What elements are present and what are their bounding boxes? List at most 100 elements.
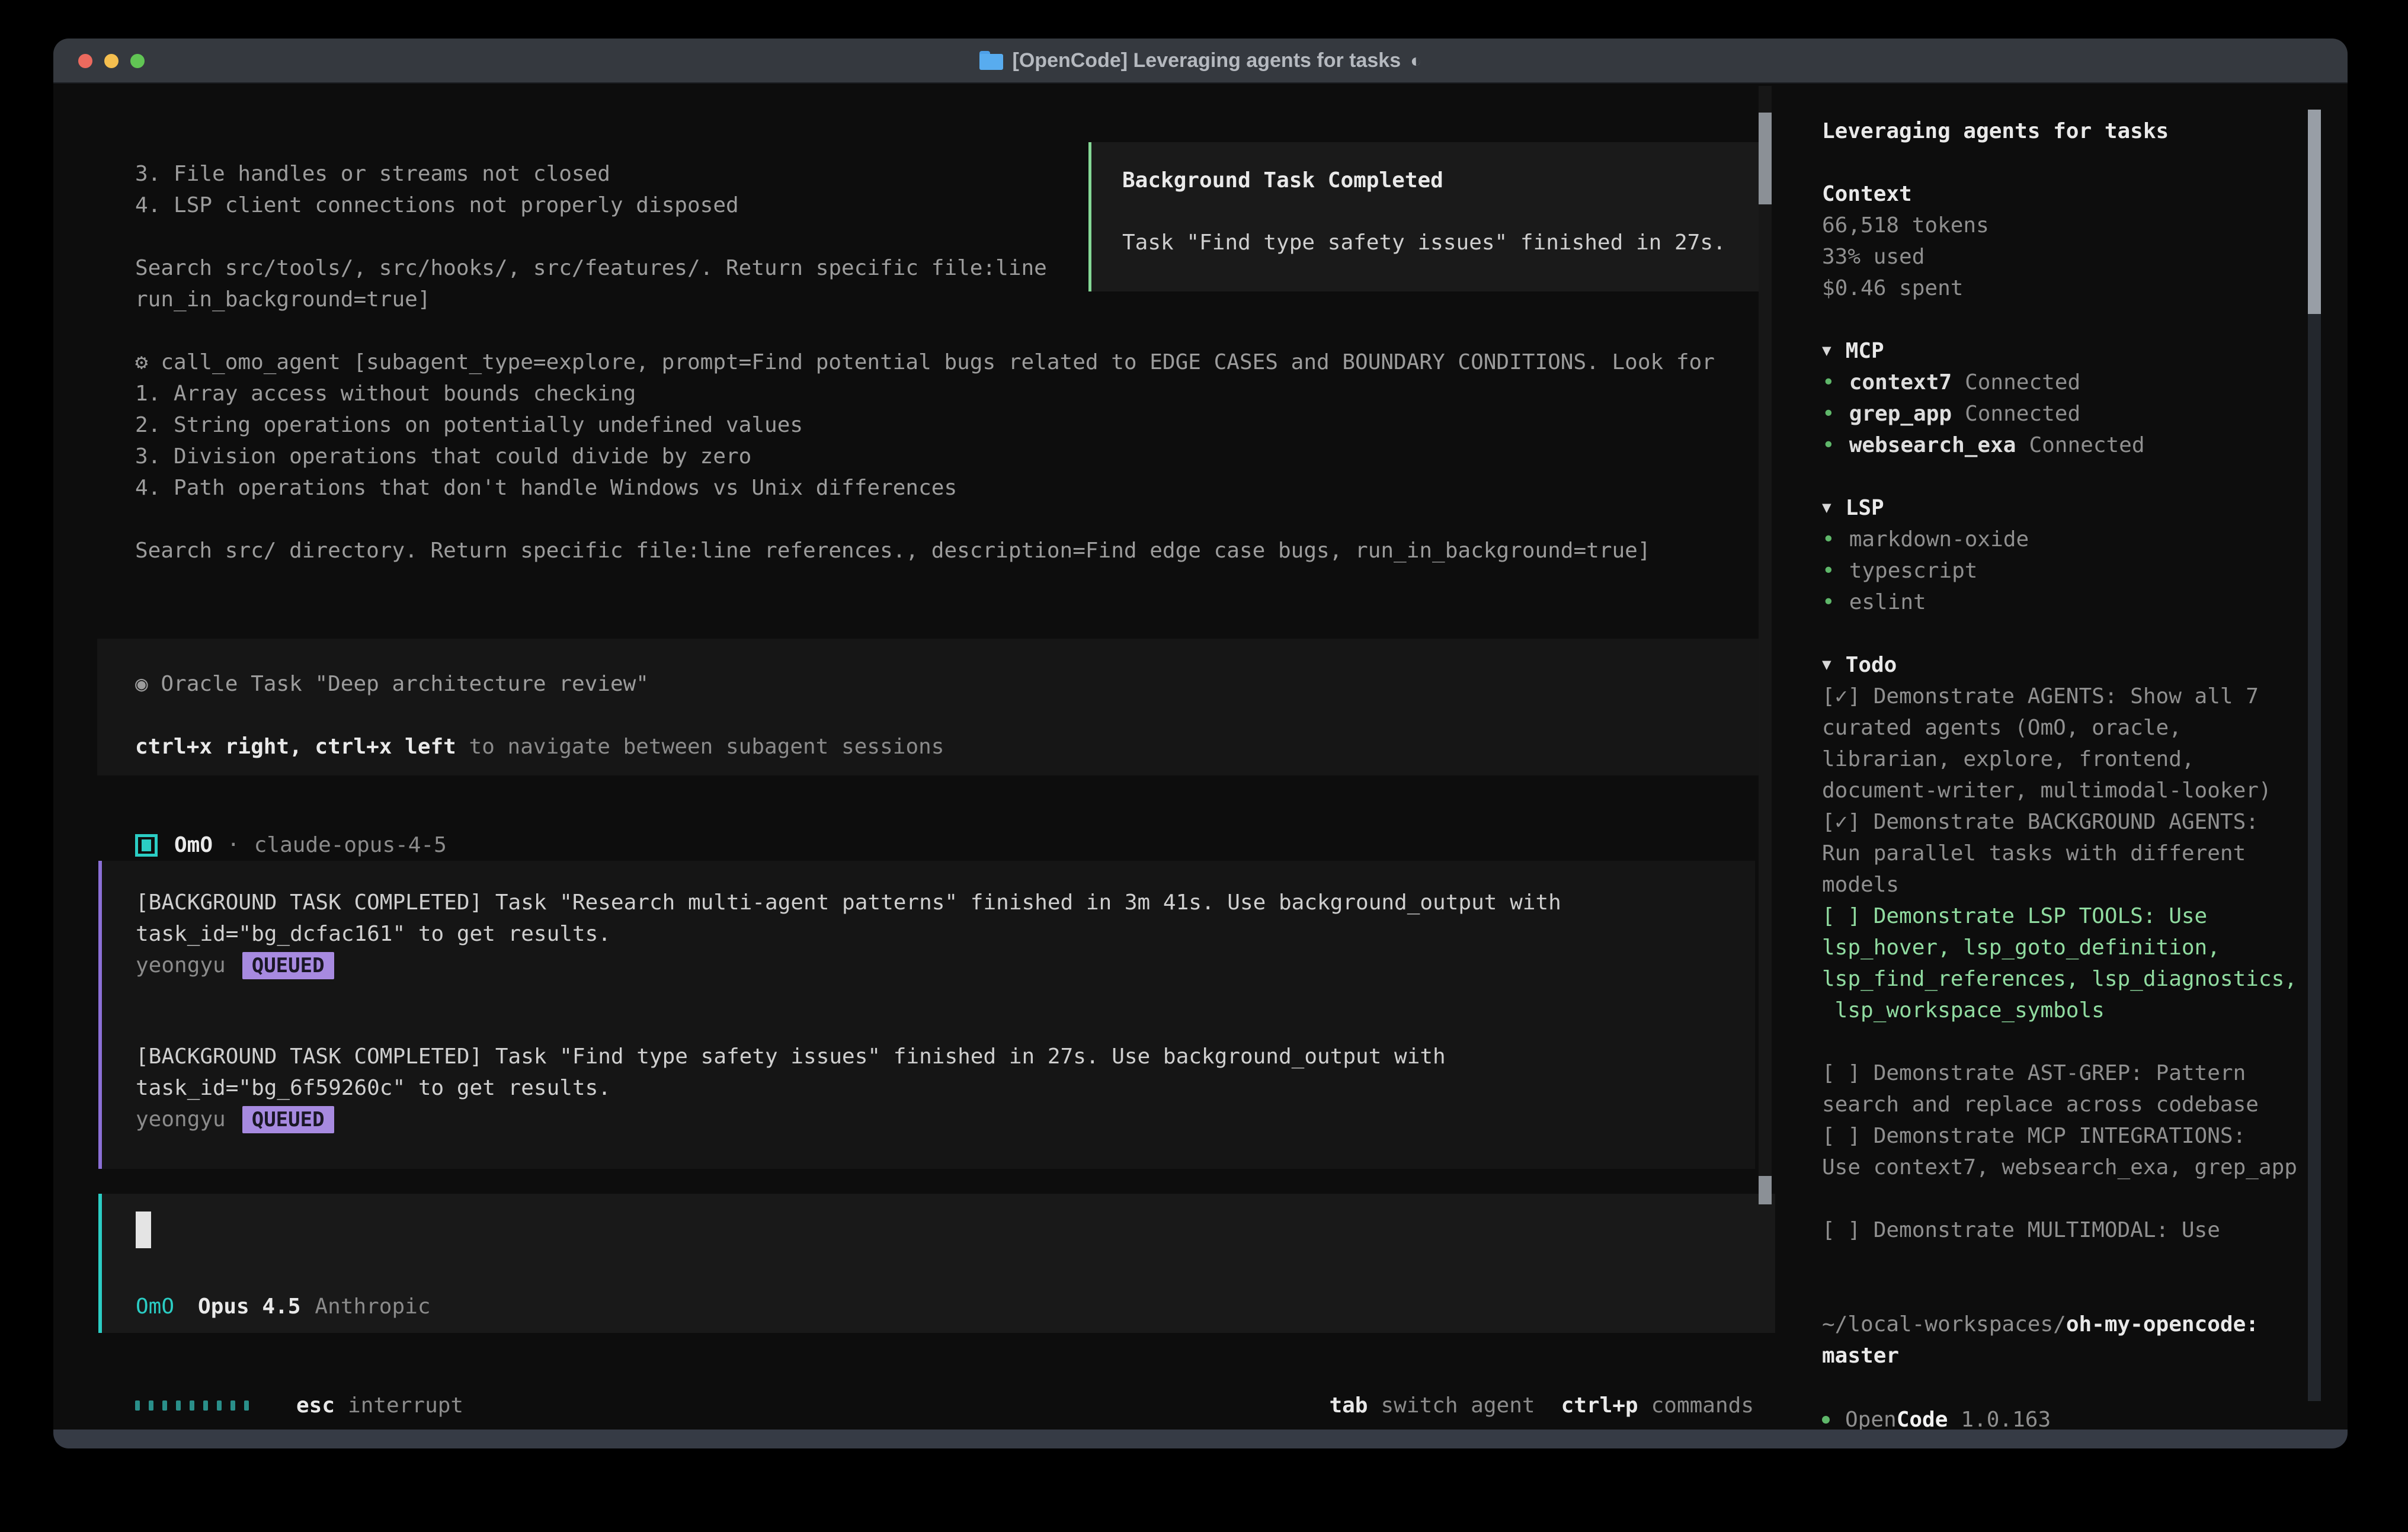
task-blocks: [BACKGROUND TASK COMPLETED] Task "Resear… <box>53 861 1795 1169</box>
model-info-row: OmO Opus 4.5 Anthropic <box>136 1291 1775 1322</box>
todo-line: [ ] Demonstrate AST-GREP: Pattern <box>1822 1057 2302 1089</box>
maximize-button[interactable] <box>130 54 145 68</box>
workspace-path: ~/local-workspaces/oh-my-opencode: <box>1822 1309 2302 1340</box>
ctrlp-key-hint: ctrl+p <box>1561 1393 1638 1418</box>
status-badge: QUEUED <box>242 952 334 979</box>
todo-line: [✓] Demonstrate AGENTS: Show all 7 <box>1822 681 2302 712</box>
toast-notification[interactable]: Background Task Completed Task "Find typ… <box>1088 142 1769 291</box>
status-dot-icon: • <box>1822 590 1835 614</box>
agent-header-row: OmO · claude-opus-4-5 <box>135 829 1795 861</box>
context-stat-line: $0.46 spent <box>1822 273 2302 304</box>
task-message-line1: [BACKGROUND TASK COMPLETED] Task "Resear… <box>136 887 1755 918</box>
task-message-line1: [BACKGROUND TASK COMPLETED] Task "Find t… <box>136 1041 1755 1072</box>
background-task-block: [BACKGROUND TASK COMPLETED] Task "Find t… <box>98 1015 1755 1169</box>
esc-action-label: interrupt <box>348 1393 463 1418</box>
app-name-dim: Open <box>1845 1408 1897 1432</box>
spinner-dot <box>230 1400 235 1411</box>
ctrlp-action-label: commands <box>1651 1393 1754 1418</box>
mcp-item: •context7Connected <box>1822 367 2302 398</box>
spinner-dot <box>176 1400 181 1411</box>
status-dot-icon: • <box>1822 433 1835 457</box>
task-meta-row: yeongyu QUEUED <box>136 1104 1755 1135</box>
context-stat-line: 66,518 tokens <box>1822 210 2302 241</box>
screen: [OpenCode] Leveraging agents for tasks ◐… <box>0 0 2408 1532</box>
spinner-dot <box>149 1400 153 1411</box>
close-button[interactable] <box>78 54 92 68</box>
todo-line: models <box>1822 869 2302 900</box>
terminal-line: ⚙ call_omo_agent [subagent_type=explore,… <box>135 347 1795 378</box>
model-name-label: Opus 4.5 <box>198 1294 300 1319</box>
window-bottom-bar <box>53 1430 2348 1448</box>
tab-key-hint: tab <box>1329 1393 1368 1418</box>
todo-section-header[interactable]: ▼ Todo <box>1822 649 2302 681</box>
todo-line: [✓] Demonstrate BACKGROUND AGENTS: <box>1822 806 2302 838</box>
todo-line: [ ] Demonstrate MCP INTEGRATIONS: <box>1822 1120 2302 1152</box>
task-meta-row: yeongyu QUEUED <box>136 950 1755 981</box>
mcp-item: •grep_appConnected <box>1822 398 2302 430</box>
tab-action-label: switch agent <box>1381 1393 1535 1418</box>
lsp-item: •typescript <box>1822 555 2302 586</box>
model-short-label: OmO <box>136 1294 174 1319</box>
window-title-wrap: [OpenCode] Leveraging agents for tasks ◐ <box>979 49 1422 72</box>
spinner-dots <box>135 1400 249 1411</box>
app-version: 1.0.163 <box>1961 1408 2051 1432</box>
context-stats: 66,518 tokens33% used$0.46 spent <box>1822 210 2302 304</box>
oracle-task-box: ◉ Oracle Task "Deep architecture review"… <box>97 639 1768 775</box>
status-dot-icon: • <box>1822 402 1835 426</box>
main-scrollbar-thumb-secondary[interactable] <box>1759 1176 1772 1204</box>
oracle-icon: ◉ <box>135 672 148 696</box>
spinner-dot <box>162 1400 167 1411</box>
separator-dot: · <box>227 833 240 857</box>
terminal-line <box>135 315 1795 347</box>
main-scrollbar-track[interactable] <box>1759 86 1772 1206</box>
git-branch: master <box>1822 1340 2302 1371</box>
sidebar-scrollbar-thumb[interactable] <box>2308 110 2321 314</box>
prompt-input[interactable]: OmO Opus 4.5 Anthropic <box>98 1194 1775 1333</box>
todo-line: lsp_find_references, lsp_diagnostics, <box>1822 963 2302 995</box>
spinner-dot <box>244 1400 249 1411</box>
todo-line: [ ] Demonstrate LSP TOOLS: Use <box>1822 900 2302 932</box>
agent-name: OmO <box>174 833 213 857</box>
status-badge: QUEUED <box>242 1106 334 1133</box>
todo-line: [ ] Demonstrate MULTIMODAL: Use <box>1822 1214 2302 1246</box>
todo-line: lsp_workspace_symbols <box>1822 995 2302 1026</box>
context-stat-line: 33% used <box>1822 241 2302 273</box>
todo-line: lsp_hover, lsp_goto_definition, <box>1822 932 2302 963</box>
session-title: Leveraging agents for tasks <box>1822 116 2302 147</box>
app-name-bold: Code <box>1897 1408 1948 1432</box>
lsp-item: •eslint <box>1822 586 2302 618</box>
status-bar: esc interrupt tab switch agent ctrl+p co… <box>135 1390 1754 1421</box>
background-task-block: [BACKGROUND TASK COMPLETED] Task "Resear… <box>98 861 1755 1015</box>
terminal-line: 1. Array access without bounds checking <box>135 378 1795 409</box>
lsp-section-header[interactable]: ▼ LSP <box>1822 492 2302 524</box>
mcp-item: •websearch_exaConnected <box>1822 430 2302 461</box>
todo-lines: [✓] Demonstrate AGENTS: Show all 7curate… <box>1822 681 2302 1246</box>
chevron-down-icon: ▼ <box>1822 492 1831 524</box>
lsp-items: •markdown-oxide •typescript •eslint <box>1822 524 2302 618</box>
main-scrollbar-thumb[interactable] <box>1759 113 1772 204</box>
todo-line: document-writer, multimodal-looker) <box>1822 775 2302 806</box>
mcp-section-header[interactable]: ▼ MCP <box>1822 335 2302 367</box>
todo-line: curated agents (OmO, oracle, <box>1822 712 2302 743</box>
spinner-dot <box>203 1400 208 1411</box>
esc-key-hint: esc <box>296 1393 335 1418</box>
terminal-line: 4. Path operations that don't handle Win… <box>135 472 1795 504</box>
status-right: tab switch agent ctrl+p commands <box>1329 1393 1754 1418</box>
terminal-line: 3. Division operations that could divide… <box>135 441 1795 472</box>
minimize-button[interactable] <box>104 54 119 68</box>
task-user: yeongyu <box>136 1107 226 1132</box>
agent-model: claude-opus-4-5 <box>254 833 447 857</box>
todo-line: search and replace across codebase <box>1822 1089 2302 1120</box>
spinner-dot <box>135 1400 140 1411</box>
chevron-down-icon: ▼ <box>1822 649 1831 681</box>
toast-title: Background Task Completed <box>1122 165 1766 196</box>
terminal-line: Search src/ directory. Return specific f… <box>135 535 1795 566</box>
window-title: [OpenCode] Leveraging agents for tasks <box>1013 49 1401 72</box>
todo-line: Run parallel tasks with different <box>1822 838 2302 869</box>
folder-icon <box>979 51 1003 70</box>
agent-icon <box>135 834 158 857</box>
sidebar: Leveraging agents for tasks Context 66,5… <box>1822 39 2302 1430</box>
subagent-nav-hint: ctrl+x right, ctrl+x left to navigate be… <box>135 731 1768 762</box>
model-provider-label: Anthropic <box>315 1294 430 1319</box>
task-user: yeongyu <box>136 953 226 977</box>
